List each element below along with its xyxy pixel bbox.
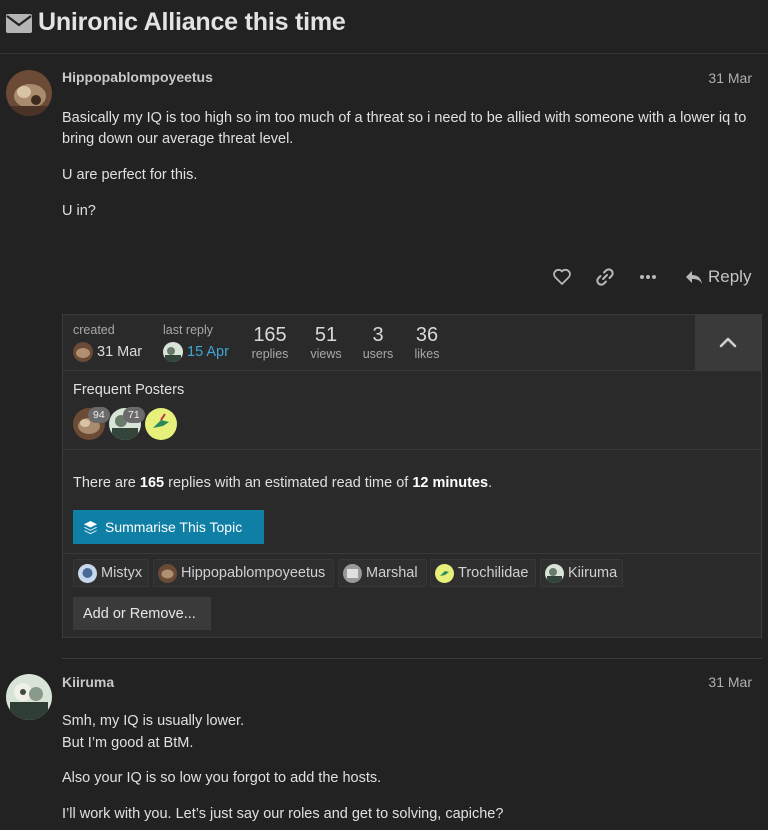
topic-map-header: created 31 Mar last reply 15 Apr 165 rep… [63, 315, 761, 371]
summarise-label: Summarise This Topic [105, 519, 243, 535]
add-or-remove-button[interactable]: Add or Remove... [73, 597, 211, 630]
last-reply-row[interactable]: 15 Apr [163, 342, 243, 362]
stat-value: 3 [372, 324, 384, 346]
post-author[interactable]: Hippopablompoyeetus [62, 69, 213, 85]
stat-value: 51 [314, 324, 338, 346]
post-paragraph: Also your IQ is so low you forgot to add… [62, 770, 382, 786]
post-paragraph: Smh, my IQ is usually lower. [62, 713, 245, 729]
summary-middle: replies with an estimated read time of [164, 475, 413, 491]
chevron-up-icon [719, 337, 737, 348]
summarise-topic-button[interactable]: Summarise This Topic [73, 510, 264, 544]
participant-name: Trochilidae [458, 565, 529, 581]
topic-map: created 31 Mar last reply 15 Apr 165 rep… [62, 314, 762, 638]
avatar [78, 564, 97, 583]
post-author[interactable]: Kiiruma [62, 674, 114, 690]
participant-name: Kiiruma [568, 565, 618, 581]
participant-name: Mistyx [101, 565, 143, 581]
ellipsis-icon[interactable] [638, 267, 658, 287]
avatar[interactable] [145, 408, 177, 440]
avatar [343, 564, 362, 583]
post-divider [62, 658, 762, 659]
reply-button[interactable]: Reply [684, 265, 764, 289]
participant-name: Hippopablompoyeetus [181, 565, 326, 581]
stat-label: replies [251, 347, 289, 361]
created-date: 31 Mar [97, 344, 143, 360]
avatar [163, 342, 183, 362]
avatar[interactable] [6, 674, 52, 720]
participant-chip[interactable]: Hippopablompoyeetus [153, 559, 334, 587]
divider [63, 553, 761, 554]
post-actions: Reply [540, 265, 762, 291]
divider [63, 449, 761, 450]
participant-chip[interactable]: Mistyx [73, 559, 149, 587]
reply-label: Reply [708, 267, 752, 286]
summary-suffix: . [488, 475, 493, 491]
avatar [545, 564, 564, 583]
topic-title[interactable]: Unironic Alliance this time [38, 8, 346, 37]
views-stat: 51 views [305, 323, 347, 361]
created-stat: created 31 Mar [73, 323, 153, 362]
last-reply-stat: last reply 15 Apr [163, 323, 243, 362]
post-paragraph: I’ll work with you. Let’s just say our r… [62, 806, 504, 822]
replies-stat: 165 replies [249, 323, 291, 361]
summary-prefix: There are [73, 475, 140, 491]
stat-value: 36 [415, 324, 439, 346]
avatar[interactable] [6, 70, 52, 116]
last-reply-label: last reply [163, 323, 214, 337]
reply-icon [686, 271, 702, 284]
users-stat: 3 users [357, 323, 399, 361]
link-icon[interactable] [595, 267, 615, 287]
summary-replies: 165 [139, 475, 165, 491]
collapse-topic-map-button[interactable] [695, 315, 761, 371]
participant-chip[interactable]: Kiiruma [540, 559, 623, 587]
stat-label: likes [414, 347, 440, 361]
post-paragraph: Basically my IQ is too high so im too mu… [62, 110, 747, 147]
stat-value: 165 [253, 324, 287, 346]
layers-icon [83, 520, 98, 535]
stat-label: views [310, 347, 342, 361]
heart-icon[interactable] [552, 267, 572, 287]
post-paragraph: U in? [62, 203, 96, 219]
add-or-remove-label: Add or Remove... [83, 606, 196, 622]
stat-label: users [362, 347, 394, 361]
avatar [73, 342, 93, 362]
likes-stat: 36 likes [406, 323, 448, 361]
created-date-row[interactable]: 31 Mar [73, 342, 153, 362]
avatar [158, 564, 177, 583]
last-reply-date: 15 Apr [187, 344, 229, 360]
participant-name: Marshal [366, 565, 418, 581]
post-paragraph: But I’m good at BtM. [62, 735, 194, 751]
post-date[interactable]: 31 Mar [708, 674, 752, 690]
created-label: created [73, 323, 115, 337]
participant-chip[interactable]: Marshal [338, 559, 427, 587]
post-count-badge: 94 [88, 407, 110, 423]
post-paragraph: U are perfect for this. [62, 167, 198, 183]
summary-time: 12 minutes [412, 475, 489, 491]
avatar [435, 564, 454, 583]
post-date[interactable]: 31 Mar [708, 70, 752, 86]
summary-text: There are 165 replies with an estimated … [73, 475, 492, 491]
post-count-badge: 71 [123, 407, 145, 423]
envelope-icon [6, 14, 32, 33]
participant-chip[interactable]: Trochilidae [430, 559, 536, 587]
frequent-posters-label: Frequent Posters [73, 382, 185, 398]
topic-header: Unironic Alliance this time [0, 0, 768, 54]
